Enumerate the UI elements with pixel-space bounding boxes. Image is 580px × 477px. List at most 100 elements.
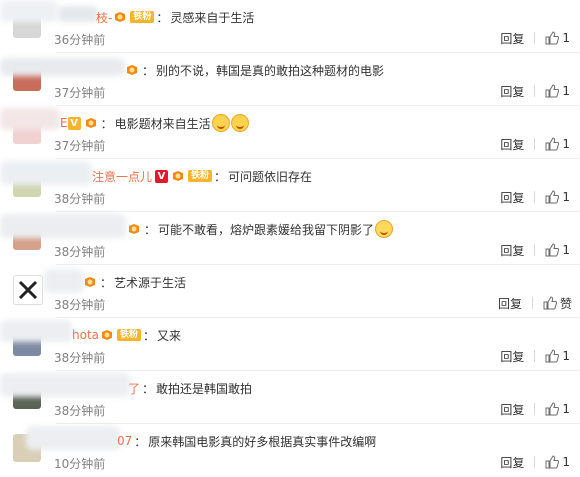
comment-actions: 回复 1: [500, 453, 570, 471]
timestamp: 36分钟前: [54, 33, 106, 47]
timestamp: 38分钟前: [54, 192, 106, 206]
comment-actions: 回复 1: [500, 400, 570, 418]
reply-button[interactable]: 回复: [500, 348, 524, 365]
verified-icon: V: [155, 169, 169, 183]
comment-item: 注意一点儿 V 铁粉 ： 可问题依旧存在 38分钟前 回复 1: [0, 159, 580, 212]
thumbs-up-icon: [545, 31, 560, 45]
comment-item: ： 可能不敢看，熔炉跟素媛给我留下阴影了 38分钟前 回复 1: [0, 212, 580, 265]
like-button[interactable]: 1: [545, 402, 570, 416]
comment-text: 原来韩国电影真的好多根据真实事件改编啊: [148, 434, 377, 449]
divider: [534, 350, 536, 362]
divider: [534, 138, 536, 150]
reply-button[interactable]: 回复: [500, 189, 524, 206]
comment-header: ： 可能不敢看，熔炉跟素媛给我留下阴影了: [126, 220, 394, 238]
crying-emoji-icon: [375, 220, 394, 238]
comment-item: ： 艺术源于生活 38分钟前 回复 赞: [0, 265, 580, 318]
divider: [534, 403, 536, 415]
blur-mask: [26, 426, 120, 450]
username[interactable]: E: [60, 116, 68, 130]
divider: [534, 191, 536, 203]
like-count: 1: [562, 84, 570, 98]
comment-text: 可问题依旧存在: [228, 169, 313, 184]
divider: [534, 85, 536, 97]
fan-badge: 铁粉: [130, 10, 155, 24]
thumbs-up-icon: [543, 296, 557, 310]
grin-emoji-icon: [211, 114, 230, 132]
username[interactable]: hota: [72, 328, 99, 342]
username[interactable]: 07: [117, 434, 132, 448]
divider: [531, 297, 533, 309]
vip-icon: [84, 116, 98, 130]
like-button[interactable]: 1: [545, 349, 570, 363]
fan-badge: 铁粉: [188, 169, 213, 183]
comment-actions: 回复 1: [500, 241, 570, 259]
grin-emoji-icon: [230, 114, 249, 132]
like-count: 1: [562, 137, 570, 151]
timestamp: 38分钟前: [54, 351, 106, 365]
comment-item: ： 别的不说，韩国是真的敢拍这种题材的电影 37分钟前 回复 1: [0, 53, 580, 106]
username[interactable]: 注意一点儿: [92, 168, 152, 185]
like-count: 赞: [559, 296, 572, 311]
like-button[interactable]: 赞: [543, 295, 572, 312]
like-button[interactable]: 1: [545, 455, 570, 469]
vip-icon: [127, 222, 141, 236]
vip-icon: [171, 169, 185, 183]
reply-button[interactable]: 回复: [498, 295, 522, 312]
verified-icon: V: [67, 116, 81, 130]
blur-mask: [0, 58, 125, 76]
divider: [534, 456, 536, 468]
like-button[interactable]: 1: [545, 137, 570, 151]
comment-header: ： 艺术源于生活: [82, 273, 186, 291]
reply-button[interactable]: 回复: [500, 242, 524, 259]
fan-badge: 铁粉: [117, 328, 142, 342]
timestamp: 38分钟前: [54, 404, 106, 418]
comment-item: hota 铁粉 ： 又来 38分钟前 回复 1: [0, 318, 580, 371]
thumbs-up-icon: [545, 243, 560, 257]
reply-button[interactable]: 回复: [500, 454, 524, 471]
blur-mask: [58, 6, 98, 22]
like-count: 1: [562, 243, 570, 257]
like-button[interactable]: 1: [545, 31, 570, 45]
like-count: 1: [562, 455, 570, 469]
reply-button[interactable]: 回复: [500, 401, 524, 418]
comment-header: 枝- 铁粉 ： 灵感来自于生活: [96, 9, 255, 26]
avatar[interactable]: [13, 275, 43, 305]
comment-actions: 回复 1: [500, 188, 570, 206]
reply-button[interactable]: 回复: [500, 83, 524, 100]
blur-mask: [44, 269, 84, 293]
divider: [534, 32, 536, 44]
like-button[interactable]: 1: [545, 243, 570, 257]
comment-actions: 回复 1: [500, 82, 570, 100]
timestamp: 38分钟前: [54, 298, 106, 312]
username[interactable]: 了: [128, 380, 140, 397]
blur-mask: [0, 161, 92, 185]
username[interactable]: 枝-: [96, 9, 112, 26]
comment-text: 又来: [157, 328, 182, 343]
thumbs-up-icon: [545, 455, 560, 469]
timestamp: 38分钟前: [54, 245, 106, 259]
like-count: 1: [562, 31, 570, 45]
blur-mask: [0, 214, 126, 238]
comment-item: 07 ： 原来韩国电影真的好多根据真实事件改编啊 10分钟前 回复 1: [0, 424, 580, 477]
vip-icon: [100, 328, 114, 342]
vip-icon: [83, 275, 97, 289]
comment-actions: 回复 1: [500, 347, 570, 365]
blur-mask: [0, 108, 60, 130]
comment-actions: 回复 赞: [498, 294, 572, 312]
blur-mask: [0, 373, 130, 397]
like-button[interactable]: 1: [545, 190, 570, 204]
comment-text: 艺术源于生活: [114, 275, 187, 290]
comment-text: 别的不说，韩国是真的敢拍这种题材的电影: [156, 63, 385, 78]
comment-header: 注意一点儿 V 铁粉 ： 可问题依旧存在: [92, 168, 313, 185]
like-button[interactable]: 1: [545, 84, 570, 98]
comment-actions: 回复 1: [500, 29, 570, 47]
reply-button[interactable]: 回复: [500, 136, 524, 153]
reply-button[interactable]: 回复: [500, 30, 524, 47]
like-count: 1: [562, 402, 570, 416]
timestamp: 37分钟前: [54, 139, 106, 153]
thumbs-up-icon: [545, 137, 560, 151]
vip-icon: [125, 63, 139, 77]
comment-text: 敢拍还是韩国敢拍: [156, 381, 253, 396]
thumbs-up-icon: [545, 402, 560, 416]
comment-item: 枝- 铁粉 ： 灵感来自于生活 36分钟前 回复 1: [0, 0, 580, 53]
